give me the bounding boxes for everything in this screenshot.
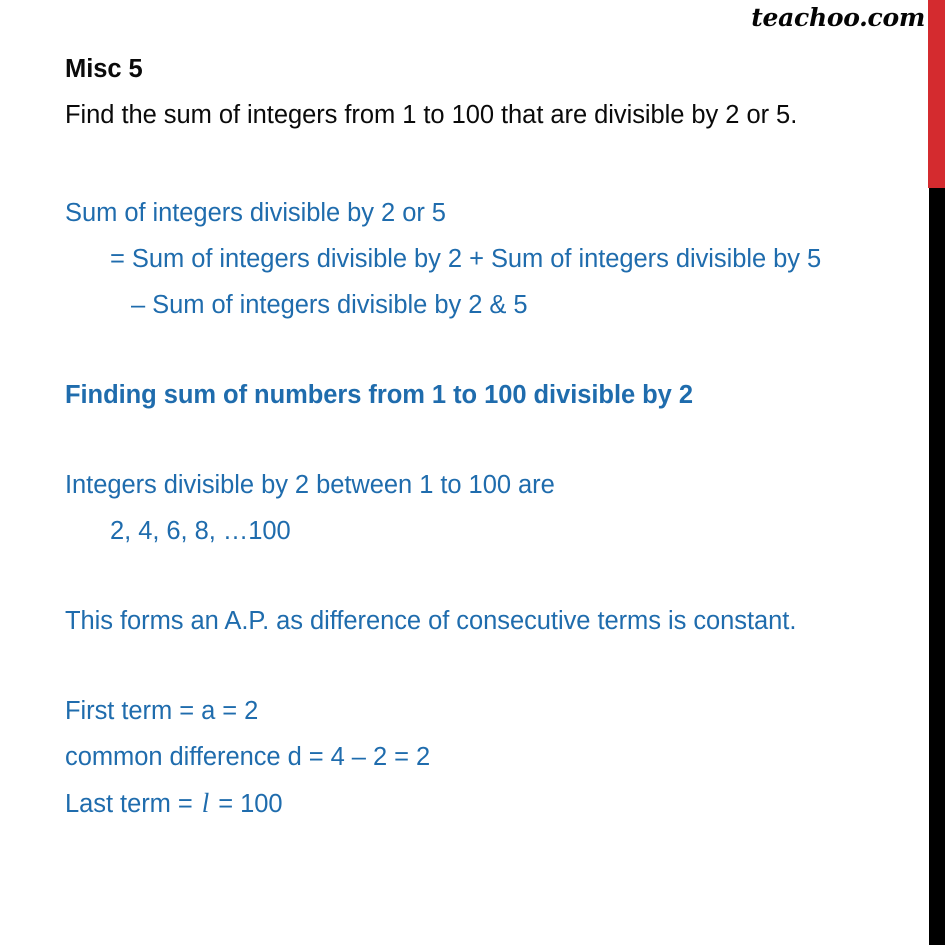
- common-difference-text: common difference d = 4 – 2 = 2: [65, 743, 431, 771]
- last-term-symbol-l: l: [201, 788, 210, 818]
- series-intro-text: Integers divisible by 2 between 1 to 100…: [65, 471, 555, 499]
- solution-statement-line-2: = Sum of integers divisible by 2 + Sum o…: [110, 245, 822, 273]
- last-term-suffix: = 100: [211, 790, 283, 818]
- solution-statement-line-1: Sum of integers divisible by 2 or 5: [65, 199, 446, 227]
- question-text: Find the sum of integers from 1 to 100 t…: [65, 101, 798, 129]
- first-term-text: First term = a = 2: [65, 697, 259, 725]
- last-term-text: Last term = l = 100: [65, 780, 920, 827]
- ap-note-text: This forms an A.P. as difference of cons…: [65, 607, 797, 635]
- page-title: Misc 5: [65, 55, 143, 83]
- right-edge-black-bar: [929, 188, 945, 945]
- document-content: Misc 5 Find the sum of integers from 1 t…: [65, 46, 920, 827]
- document-page: teachoo.com Misc 5 Find the sum of integ…: [0, 0, 945, 945]
- section-heading-divisible-by-2: Finding sum of numbers from 1 to 100 div…: [65, 381, 693, 409]
- last-term-prefix: Last term =: [65, 790, 200, 818]
- series-terms-text: 2, 4, 6, 8, …100: [110, 517, 291, 545]
- teachoo-watermark-logo: teachoo.com: [751, 3, 925, 32]
- solution-statement-line-3: – Sum of integers divisible by 2 & 5: [131, 291, 528, 319]
- right-edge-red-bar: [928, 0, 945, 188]
